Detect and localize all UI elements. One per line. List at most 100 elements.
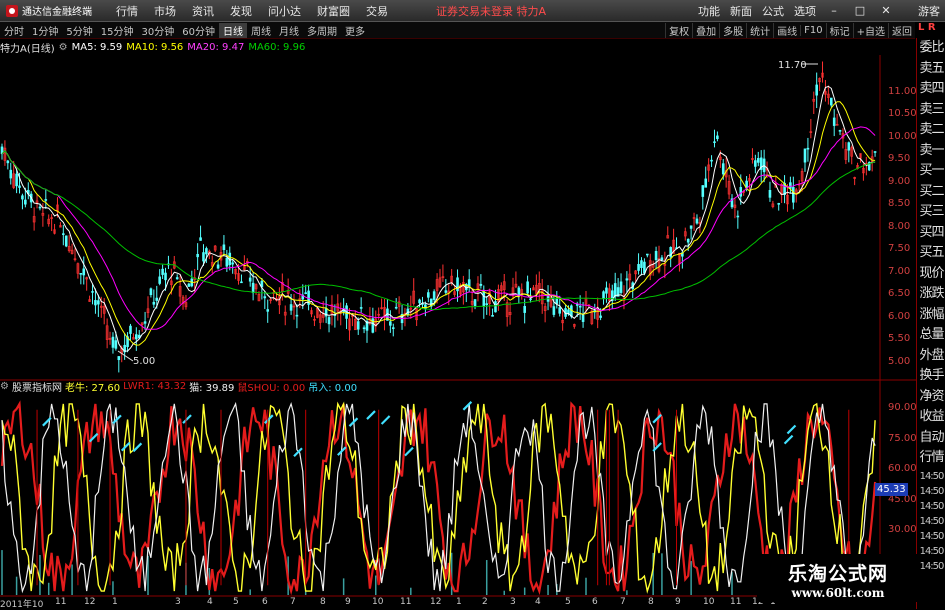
date-tick: 2011年10 [0, 600, 44, 610]
tf-30min[interactable]: 30分钟 [137, 23, 178, 38]
menu-ask[interactable]: 问小达 [260, 3, 309, 19]
lr-badge[interactable]: L R [918, 22, 944, 38]
price-tick: 8.50 [888, 198, 911, 209]
tf-5min[interactable]: 5分钟 [62, 23, 96, 38]
btn-stats[interactable]: 统计 [746, 22, 773, 38]
maximize-icon[interactable]: □ [848, 4, 872, 18]
side-panel-item[interactable]: 买五 [917, 243, 945, 264]
side-panel-item[interactable]: 净资 [917, 387, 945, 408]
side-panel-item[interactable]: 换手 [917, 366, 945, 387]
candle-body [716, 135, 719, 140]
side-panel-item[interactable]: 卖四 [917, 79, 945, 100]
btn-mark[interactable]: 标记 [825, 22, 853, 38]
tf-weekly[interactable]: 周线 [247, 23, 275, 38]
date-tick: 5 [233, 597, 239, 607]
side-panel-item[interactable]: 自动 [917, 428, 945, 449]
btn-draw[interactable]: 画线 [773, 22, 800, 38]
side-panel-item[interactable]: 现价 [917, 264, 945, 285]
date-tick: 11 [55, 597, 67, 607]
date-tick: 6 [262, 597, 268, 607]
candle-body [266, 309, 270, 312]
btn-f10[interactable]: F10 [800, 24, 825, 36]
side-panel-item[interactable]: 卖一 [917, 141, 945, 162]
menu-formula[interactable]: 公式 [757, 3, 789, 19]
menu-market[interactable]: 市场 [146, 3, 184, 19]
candle-body [529, 298, 532, 301]
candle-body [231, 262, 234, 265]
btn-adjust[interactable]: 复权 [665, 22, 692, 38]
candle-body [62, 233, 65, 235]
side-panel-item[interactable]: 14:50 [917, 499, 945, 514]
side-panel-item[interactable]: 收益 [917, 407, 945, 428]
side-panel-item[interactable]: 14:50 [917, 514, 945, 529]
side-panel-item[interactable]: 委比 [917, 38, 945, 59]
menu-functions[interactable]: 功能 [693, 3, 725, 19]
side-panel-item[interactable]: 14:50 [917, 559, 945, 574]
side-panel-item[interactable]: 总量 [917, 325, 945, 346]
side-panel-item[interactable]: 卖三 [917, 100, 945, 121]
candle-body [605, 287, 608, 294]
menu-options[interactable]: 选项 [789, 3, 821, 19]
candle-body [222, 244, 226, 251]
btn-back[interactable]: 返回 [888, 22, 915, 38]
tf-daily[interactable]: 日线 [218, 22, 247, 38]
tf-multi[interactable]: 多周期 [303, 23, 341, 38]
tf-monthly[interactable]: 月线 [275, 23, 303, 38]
date-tick: 6 [592, 597, 598, 607]
side-panel-item[interactable]: 涨跌 [917, 284, 945, 305]
minimize-icon[interactable]: – [822, 4, 846, 18]
candle-body [721, 163, 725, 175]
side-panel-item[interactable]: 卖五 [917, 59, 945, 80]
side-panel-item[interactable]: 14:50 [917, 469, 945, 484]
mao-value: 猫: 39.89 [189, 383, 235, 394]
gear-icon[interactable]: ⚙ [0, 381, 9, 392]
candle-body [792, 187, 795, 203]
side-panel-item[interactable]: 行情 [917, 448, 945, 469]
side-panel-item[interactable]: 14:50 [917, 529, 945, 544]
candle-body [202, 252, 205, 262]
side-panel-item[interactable]: 买二 [917, 182, 945, 203]
candle-body [701, 185, 705, 197]
side-panel-item[interactable]: 买一 [917, 161, 945, 182]
side-panel-item[interactable]: 外盘 [917, 346, 945, 367]
candle-body [114, 340, 118, 349]
candle-body [251, 282, 255, 294]
menu-trade[interactable]: 交易 [358, 3, 396, 19]
menu-new-layout[interactable]: 新面 [725, 3, 757, 19]
menu-wealth[interactable]: 财富圈 [309, 3, 358, 19]
candle-body [710, 159, 713, 162]
candle-body [581, 314, 585, 322]
side-panel-item[interactable]: 涨幅 [917, 305, 945, 326]
tf-more[interactable]: 更多 [341, 23, 369, 38]
menu-discover[interactable]: 发现 [222, 3, 260, 19]
tf-60min[interactable]: 60分钟 [178, 23, 219, 38]
candle-body [485, 303, 489, 306]
side-panel-item[interactable]: 买四 [917, 223, 945, 244]
btn-add-watch[interactable]: +自选 [852, 22, 888, 38]
logo-icon [6, 4, 18, 17]
tf-intraday[interactable]: 分时 [0, 23, 28, 38]
side-panel-item[interactable]: 买三 [917, 202, 945, 223]
date-tick: 12 [430, 597, 442, 607]
menu-quotes[interactable]: 行情 [108, 3, 146, 19]
side-panel-item[interactable]: 14:50 [917, 484, 945, 499]
candle-body [38, 206, 42, 209]
candle-body [240, 281, 243, 284]
btn-multi-stock[interactable]: 多股 [719, 22, 746, 38]
btn-overlay[interactable]: 叠加 [692, 22, 719, 38]
kline-chart[interactable]: 11.70 5.00 [0, 55, 916, 597]
menu-news[interactable]: 资讯 [184, 3, 222, 19]
low-price-label: 5.00 [133, 356, 155, 367]
tf-1min[interactable]: 1分钟 [28, 23, 62, 38]
side-panel-item[interactable]: 卖二 [917, 120, 945, 141]
settings-icon[interactable]: ⚙ [59, 42, 68, 53]
trade-status[interactable]: 证券交易未登录 特力A [436, 3, 546, 19]
candle-body [356, 321, 360, 330]
candle-body [111, 336, 115, 348]
guest-login[interactable]: 游客 [913, 3, 945, 19]
side-panel-item[interactable]: 14:50 [917, 544, 945, 559]
indicator-name[interactable]: 股票指标网 [12, 379, 62, 394]
tf-15min[interactable]: 15分钟 [97, 23, 138, 38]
candle-body [873, 151, 877, 153]
close-icon[interactable]: ✕ [874, 4, 898, 18]
